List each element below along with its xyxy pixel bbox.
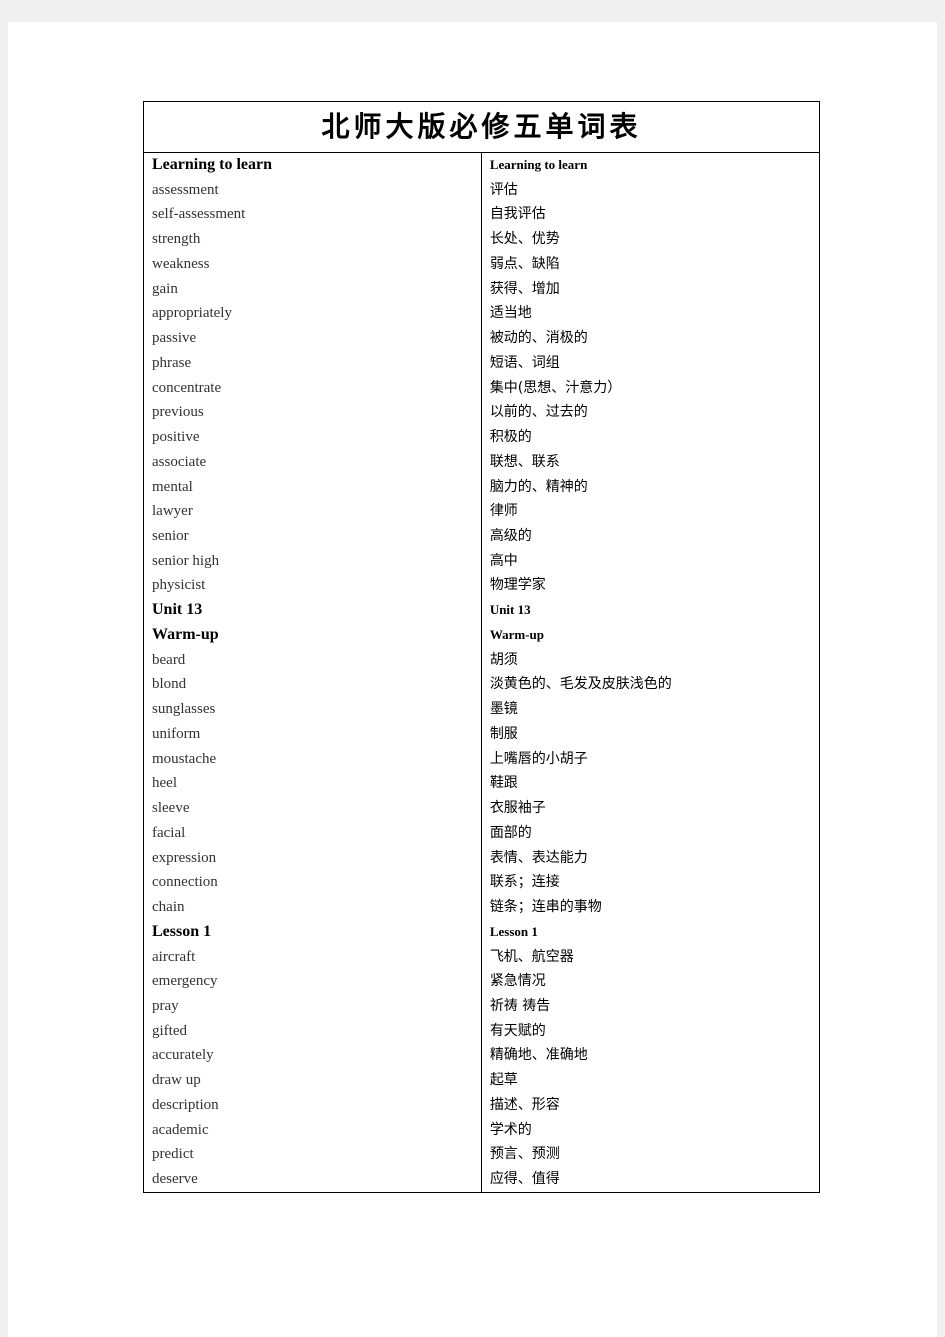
english-word: gifted	[152, 1022, 187, 1039]
chinese-word: 上嘴唇的小胡子	[489, 750, 588, 767]
chinese-word: 祈祷 祷告	[489, 997, 551, 1014]
english-word: deserve	[152, 1171, 198, 1188]
chinese-word: 预言、预测	[489, 1146, 560, 1163]
english-word: physicist	[152, 577, 206, 594]
chinese-word: 高级的	[489, 528, 532, 545]
english-word: sleeve	[152, 800, 190, 817]
chinese-word: 胡须	[489, 651, 518, 668]
chinese-word: 集中(思想、汁意力）	[489, 379, 622, 396]
english-word: sunglasses	[152, 701, 216, 718]
chinese-section-heading: Warm-up	[489, 626, 544, 642]
chinese-section-heading: Lesson 1	[489, 923, 538, 939]
english-word: strength	[152, 231, 201, 248]
english-word: passive	[152, 330, 197, 347]
english-word: self-assessment	[152, 206, 246, 223]
english-word: facial	[152, 824, 186, 841]
chinese-word: 精确地、准确地	[489, 1047, 588, 1064]
chinese-word: 面部的	[489, 824, 532, 841]
english-word: expression	[152, 849, 217, 866]
english-word: positive	[152, 429, 200, 446]
english-word: previous	[152, 404, 204, 421]
chinese-word: 联系；连接	[489, 874, 560, 891]
chinese-word: 长处、优势	[489, 231, 560, 248]
english-word: emergency	[152, 973, 218, 990]
english-word: pray	[152, 997, 179, 1014]
chinese-word: 短语、词组	[489, 354, 560, 371]
english-word: mental	[152, 478, 193, 495]
english-section-heading: Learning to learn	[152, 156, 272, 173]
chinese-word: 积极的	[489, 429, 532, 446]
english-word: gain	[152, 280, 178, 297]
chinese-word: 联想、联系	[489, 453, 560, 470]
chinese-word: 自我评估	[489, 206, 546, 223]
english-word: concentrate	[152, 379, 222, 396]
chinese-word: 获得、增加	[489, 280, 560, 297]
chinese-word: 弱点、缺陷	[489, 255, 560, 272]
chinese-word: 制服	[489, 725, 518, 742]
english-word: beard	[152, 651, 186, 668]
chinese-word: 衣服袖子	[489, 800, 546, 817]
chinese-word: 评估	[489, 181, 518, 198]
english-word: description	[152, 1096, 219, 1113]
chinese-word: 被动的、消极的	[489, 330, 588, 347]
english-section-heading: Unit 13	[152, 601, 203, 619]
chinese-word: 淡黄色的、毛发及皮肤浅色的	[489, 676, 672, 693]
english-word: associate	[152, 453, 207, 470]
english-word: aircraft	[152, 948, 196, 965]
english-word: senior high	[152, 552, 220, 569]
english-column: Learning to learn assessment self-assessme…	[143, 152, 482, 1193]
chinese-word: 律师	[489, 503, 518, 520]
vocabulary-table: 北师大版必修五单词表 Learning to learn assessment se…	[143, 101, 821, 1193]
chinese-word: 描述、形容	[489, 1096, 560, 1113]
chinese-word: 应得、值得	[489, 1171, 560, 1188]
english-word: academic	[152, 1121, 209, 1138]
english-word: senior	[152, 528, 189, 545]
chinese-section-heading: Unit 13	[489, 602, 531, 618]
english-word: weakness	[152, 255, 210, 272]
chinese-word: 飞机、航空器	[489, 948, 574, 965]
chinese-word: 有天赋的	[489, 1022, 546, 1039]
english-word: moustache	[152, 750, 217, 767]
chinese-word: 适当地	[489, 305, 532, 322]
document-page: 北师大版必修五单词表 Learning to learn assessment se…	[8, 22, 937, 1337]
chinese-word: 脑力的、精神的	[489, 478, 588, 495]
english-word: chain	[152, 899, 185, 916]
chinese-word: 表情、表达能力	[489, 849, 588, 866]
english-word: blond	[152, 676, 187, 693]
english-word: phrase	[152, 354, 192, 371]
english-section-heading: Warm-up	[152, 625, 219, 643]
english-word: uniform	[152, 725, 201, 742]
chinese-column: Learning to learn 评估自我评估长处、优势弱点、缺陷获得、增加适当…	[480, 152, 821, 1193]
english-word: heel	[152, 775, 177, 792]
chinese-word: 链条；连串的事物	[489, 899, 602, 916]
english-word: draw up	[152, 1072, 201, 1089]
english-word: assessment	[152, 181, 219, 198]
chinese-section-heading: Learning to learn	[489, 157, 588, 172]
english-word: accurately	[152, 1047, 214, 1064]
chinese-word: 物理学家	[489, 577, 546, 594]
document-title: 北师大版必修五单词表	[143, 101, 820, 153]
english-word: appropriately	[152, 305, 232, 322]
chinese-word: 鞋跟	[489, 775, 518, 792]
chinese-word: 起草	[489, 1072, 518, 1089]
chinese-word: 墨镜	[489, 701, 518, 718]
english-section-heading: Lesson 1	[152, 922, 212, 940]
english-word: lawyer	[152, 503, 193, 520]
english-word: connection	[152, 874, 218, 891]
chinese-word: 以前的、过去的	[489, 404, 588, 421]
english-word: predict	[152, 1146, 194, 1163]
chinese-word: 紧急情况	[489, 973, 546, 990]
chinese-word: 高中	[489, 552, 518, 569]
chinese-word: 学术的	[489, 1121, 532, 1138]
